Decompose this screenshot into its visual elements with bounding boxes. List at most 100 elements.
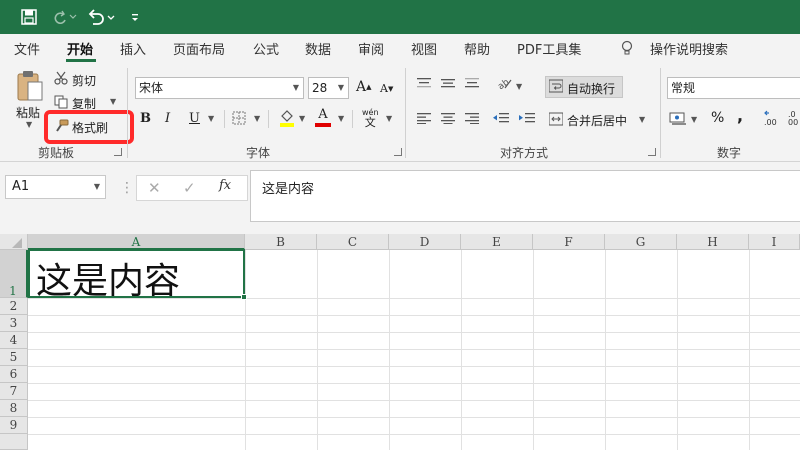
save-icon[interactable]: [20, 7, 38, 27]
comma-style-button[interactable]: ,: [737, 106, 743, 125]
orientation-dropdown-icon[interactable]: ▼: [516, 82, 522, 91]
increase-decimal-icon[interactable]: .00: [763, 108, 783, 128]
row-header[interactable]: 9: [0, 417, 28, 434]
wrap-text-label: 自动换行: [567, 82, 616, 96]
redo-icon[interactable]: [52, 7, 78, 27]
tab-review[interactable]: 审阅: [358, 39, 384, 58]
font-name-select[interactable]: 宋体 ▼: [135, 77, 304, 99]
column-header[interactable]: A: [28, 234, 245, 250]
gridline: [677, 250, 678, 450]
customize-qat-icon[interactable]: [128, 7, 142, 27]
column-header[interactable]: G: [605, 234, 677, 250]
column-header[interactable]: B: [245, 234, 317, 250]
accounting-dropdown-icon[interactable]: ▼: [691, 115, 697, 124]
merge-dropdown-icon[interactable]: ▼: [639, 115, 645, 124]
column-header[interactable]: F: [533, 234, 605, 250]
column-header[interactable]: C: [317, 234, 389, 250]
merge-center-button[interactable]: 合并后居中: [567, 112, 627, 129]
chevron-down-icon: ▼: [93, 182, 100, 191]
row-header[interactable]: 7: [0, 383, 28, 400]
undo-icon[interactable]: [86, 7, 116, 27]
gridline: [28, 332, 800, 333]
tab-insert[interactable]: 插入: [120, 39, 146, 58]
tab-pdf-tools[interactable]: PDF工具集: [517, 39, 581, 58]
phonetic-guide-button[interactable]: wén 文: [362, 108, 379, 128]
column-header[interactable]: H: [677, 234, 749, 250]
number-format-select[interactable]: 常规: [667, 77, 800, 99]
gridline: [28, 349, 800, 350]
paste-dropdown-icon[interactable]: ▼: [26, 120, 32, 129]
border-dropdown-icon[interactable]: ▼: [254, 114, 260, 123]
gridline: [317, 250, 318, 450]
formula-input[interactable]: 这是内容: [250, 170, 800, 222]
group-separator: [127, 68, 128, 158]
alignment-launcher-icon[interactable]: [648, 148, 656, 156]
orientation-icon[interactable]: ab: [495, 75, 513, 91]
align-top-icon[interactable]: [417, 77, 431, 89]
bold-button[interactable]: B: [140, 111, 151, 126]
row-header[interactable]: 2: [0, 298, 28, 315]
font-color-dropdown-icon[interactable]: ▼: [338, 114, 344, 123]
row-header[interactable]: 3: [0, 315, 28, 332]
increase-indent-icon[interactable]: [519, 112, 535, 124]
gridline: [28, 400, 800, 401]
fill-handle[interactable]: [241, 294, 247, 300]
phonetic-dropdown-icon[interactable]: ▼: [386, 114, 392, 123]
percent-style-button[interactable]: %: [711, 110, 724, 126]
copy-dropdown-icon[interactable]: ▼: [110, 97, 116, 106]
fill-color-icon[interactable]: [279, 108, 295, 128]
underline-button[interactable]: U: [189, 111, 200, 126]
column-header[interactable]: E: [461, 234, 533, 250]
tab-data[interactable]: 数据: [305, 39, 331, 58]
lightbulb-icon: [620, 40, 634, 56]
gridline: [28, 315, 800, 316]
fill-color-dropdown-icon[interactable]: ▼: [299, 114, 305, 123]
copy-icon[interactable]: [54, 95, 68, 109]
align-bottom-icon[interactable]: [465, 77, 479, 89]
font-color-button[interactable]: A: [315, 108, 331, 127]
row-header[interactable]: 4: [0, 332, 28, 349]
align-left-icon[interactable]: [417, 112, 431, 124]
row-header[interactable]: 8: [0, 400, 28, 417]
clipboard-launcher-icon[interactable]: [114, 148, 122, 156]
font-color-letter: A: [318, 107, 328, 122]
row-header[interactable]: 6: [0, 366, 28, 383]
name-box[interactable]: A1 ▼: [5, 175, 106, 199]
decrease-font-size-icon[interactable]: A ▼: [380, 82, 393, 95]
cut-button[interactable]: 剪切: [72, 72, 96, 89]
align-middle-icon[interactable]: [441, 77, 455, 89]
tab-formulas[interactable]: 公式: [253, 39, 279, 58]
cancel-icon[interactable]: ✕: [148, 179, 161, 197]
insert-function-button[interactable]: fx: [219, 178, 231, 193]
enter-icon[interactable]: ✓: [183, 179, 196, 197]
align-center-icon[interactable]: [441, 112, 455, 124]
merge-center-icon[interactable]: [549, 112, 563, 126]
accounting-format-icon[interactable]: [669, 110, 687, 126]
active-cell-a1[interactable]: [28, 249, 245, 298]
tab-page-layout[interactable]: 页面布局: [173, 39, 225, 58]
align-right-icon[interactable]: [465, 112, 479, 124]
cut-icon[interactable]: [54, 71, 68, 85]
column-header[interactable]: I: [749, 234, 800, 250]
underline-dropdown-icon[interactable]: ▼: [208, 114, 214, 123]
italic-button[interactable]: I: [165, 111, 170, 126]
row-header[interactable]: 5: [0, 349, 28, 366]
tell-me-search[interactable]: 操作说明搜索: [650, 39, 728, 58]
column-header[interactable]: D: [389, 234, 461, 250]
row-header[interactable]: [0, 434, 28, 450]
gridline: [28, 434, 800, 435]
border-icon[interactable]: [232, 111, 246, 125]
font-size-select[interactable]: 28 ▼: [308, 77, 349, 99]
paste-icon[interactable]: [15, 70, 45, 102]
increase-font-size-icon[interactable]: A ▲: [356, 79, 372, 95]
decrease-decimal-icon[interactable]: .0 00: [788, 108, 800, 128]
gridline: [605, 250, 606, 450]
row-header[interactable]: 1: [0, 250, 28, 298]
tab-file[interactable]: 文件: [14, 39, 40, 58]
paste-button[interactable]: 粘贴: [16, 104, 40, 121]
tab-home[interactable]: 开始: [67, 39, 93, 58]
font-launcher-icon[interactable]: [394, 148, 402, 156]
tab-view[interactable]: 视图: [411, 39, 437, 58]
decrease-indent-icon[interactable]: [493, 112, 509, 124]
tab-help[interactable]: 帮助: [464, 39, 490, 58]
